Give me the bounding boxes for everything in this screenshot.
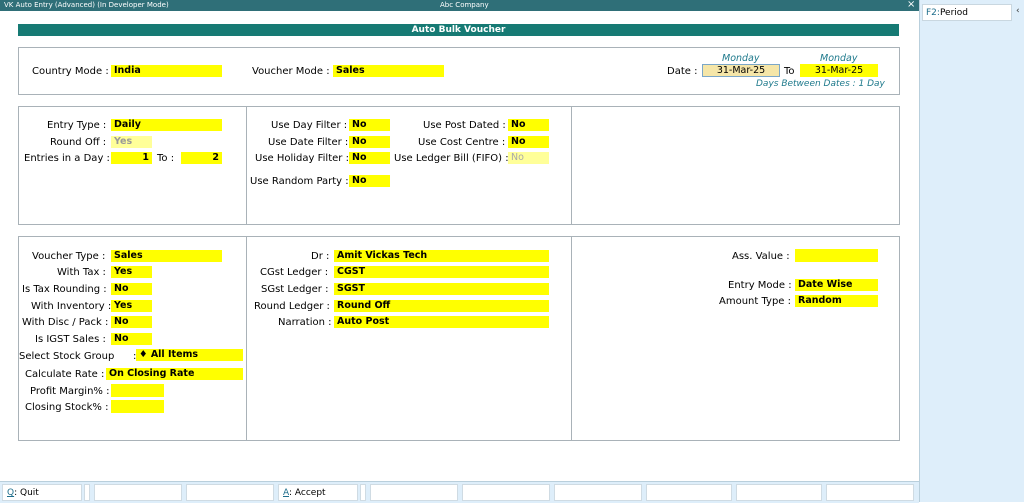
quit-button[interactable]: Q: Quit <box>2 484 82 501</box>
empty-button <box>94 484 182 501</box>
with-tax-field[interactable]: Yes <box>111 266 152 278</box>
sgst-label: SGst Ledger : <box>261 284 329 295</box>
entry-mode-label: Entry Mode : <box>728 280 792 291</box>
empty-button <box>646 484 732 501</box>
round-off-field[interactable]: Yes <box>111 136 152 148</box>
app-title: VK Auto Entry (Advanced) (In Developer M… <box>4 1 169 9</box>
use-ledger-bill-label: Use Ledger Bill (FIFO) : <box>394 153 509 164</box>
voucher-mode-field[interactable]: Sales <box>333 65 444 77</box>
divider <box>571 236 572 441</box>
voucher-type-label: Voucher Type : <box>32 251 106 262</box>
closing-stock-field[interactable] <box>111 400 164 413</box>
use-date-filter-label: Use Date Filter : <box>268 137 349 148</box>
profit-margin-field[interactable] <box>111 384 164 397</box>
use-holiday-filter-label: Use Holiday Filter : <box>255 153 349 164</box>
close-icon[interactable]: × <box>907 0 915 10</box>
calc-rate-field[interactable]: On Closing Rate <box>106 368 243 380</box>
use-day-filter-label: Use Day Filter : <box>271 120 348 131</box>
company-name: Abc Company <box>440 1 489 9</box>
ass-value-label: Ass. Value : <box>732 251 790 262</box>
use-cost-centre-label: Use Cost Centre : <box>418 137 506 148</box>
right-panel: F2:Period ‹ <box>919 0 1024 502</box>
date-from-field[interactable]: 31-Mar-25 <box>702 64 780 77</box>
use-random-party-field[interactable]: No <box>349 175 390 187</box>
ass-value-field[interactable] <box>795 249 878 262</box>
period-button[interactable]: F2:Period <box>922 4 1012 21</box>
is-tax-rounding-label: Is Tax Rounding : <box>22 284 107 295</box>
use-date-filter-field[interactable]: No <box>349 136 390 148</box>
is-tax-rounding-field[interactable]: No <box>111 283 152 295</box>
quit-label: : Quit <box>14 488 39 498</box>
date-to-label: To <box>784 66 795 77</box>
amount-type-label: Amount Type : <box>719 296 791 307</box>
divider <box>571 106 572 225</box>
accept-button[interactable]: A: Accept <box>278 484 358 501</box>
closing-stock-label: Closing Stock% : <box>25 402 109 413</box>
is-igst-field[interactable]: No <box>111 333 152 345</box>
use-ledger-bill-field[interactable]: No <box>508 152 549 164</box>
country-mode-field[interactable]: India <box>111 65 222 77</box>
days-between: Days Between Dates : 1 Day <box>756 79 885 89</box>
use-random-party-label: Use Random Party : <box>250 176 349 187</box>
entry-mode-field[interactable]: Date Wise <box>795 279 878 291</box>
with-tax-label: With Tax : <box>57 267 106 278</box>
empty-button <box>736 484 822 501</box>
stock-group-field[interactable]: ♦ All Items <box>136 349 243 361</box>
with-disc-label: With Disc / Pack : <box>22 317 109 328</box>
profit-margin-label: Profit Margin% : <box>30 386 110 397</box>
voucher-mode-label: Voucher Mode : <box>252 66 330 77</box>
divider <box>246 236 247 441</box>
use-holiday-filter-field[interactable]: No <box>349 152 390 164</box>
entries-label: Entries in a Day : <box>24 153 110 164</box>
use-post-dated-label: Use Post Dated : <box>423 120 506 131</box>
period-key: F2: <box>926 8 940 18</box>
round-ledger-label: Round Ledger : <box>254 301 330 312</box>
day-from: Monday <box>722 53 760 64</box>
button-separator <box>84 484 90 501</box>
cgst-field[interactable]: CGST <box>334 266 549 278</box>
use-day-filter-field[interactable]: No <box>349 119 390 131</box>
amount-type-field[interactable]: Random <box>795 295 878 307</box>
entries-to-field[interactable]: 2 <box>181 152 222 164</box>
entry-type-field[interactable]: Daily <box>111 119 222 131</box>
use-cost-centre-field[interactable]: No <box>508 136 549 148</box>
period-label: Period <box>939 8 969 18</box>
sgst-field[interactable]: SGST <box>334 283 549 295</box>
narration-field[interactable]: Auto Post <box>334 316 549 328</box>
empty-button <box>370 484 458 501</box>
with-inventory-label: With Inventory : <box>31 301 112 312</box>
title-bar: VK Auto Entry (Advanced) (In Developer M… <box>0 0 919 11</box>
accept-label: : Accept <box>289 488 326 498</box>
country-mode-label: Country Mode : <box>32 66 109 77</box>
date-to-field[interactable]: 31-Mar-25 <box>800 64 878 77</box>
with-inventory-field[interactable]: Yes <box>111 300 152 312</box>
round-ledger-field[interactable]: Round Off <box>334 300 549 312</box>
entries-from-field[interactable]: 1 <box>111 152 152 164</box>
page-title: Auto Bulk Voucher <box>18 24 899 36</box>
with-disc-field[interactable]: No <box>111 316 152 328</box>
stock-group-label: Select Stock Group <box>19 351 115 362</box>
date-label: Date : <box>667 66 698 77</box>
empty-button <box>186 484 274 501</box>
is-igst-label: Is IGST Sales : <box>35 334 106 345</box>
calc-rate-label: Calculate Rate : <box>25 369 105 380</box>
dr-label: Dr : <box>311 251 330 262</box>
dr-field[interactable]: Amit Vickas Tech <box>334 250 549 262</box>
voucher-type-field[interactable]: Sales <box>111 250 222 262</box>
empty-button <box>826 484 914 501</box>
cgst-label: CGst Ledger : <box>260 267 329 278</box>
narration-label: Narration : <box>278 317 332 328</box>
empty-button <box>554 484 642 501</box>
empty-button <box>462 484 550 501</box>
round-off-label: Round Off : <box>50 137 107 148</box>
collapse-arrow-icon[interactable]: ‹ <box>1016 6 1020 16</box>
divider <box>246 106 247 225</box>
entries-to-label: To : <box>157 153 175 164</box>
bottom-bar: Q: Quit A: Accept <box>0 481 919 503</box>
use-post-dated-field[interactable]: No <box>508 119 549 131</box>
entry-type-label: Entry Type : <box>47 120 107 131</box>
day-to: Monday <box>820 53 858 64</box>
button-separator <box>360 484 366 501</box>
